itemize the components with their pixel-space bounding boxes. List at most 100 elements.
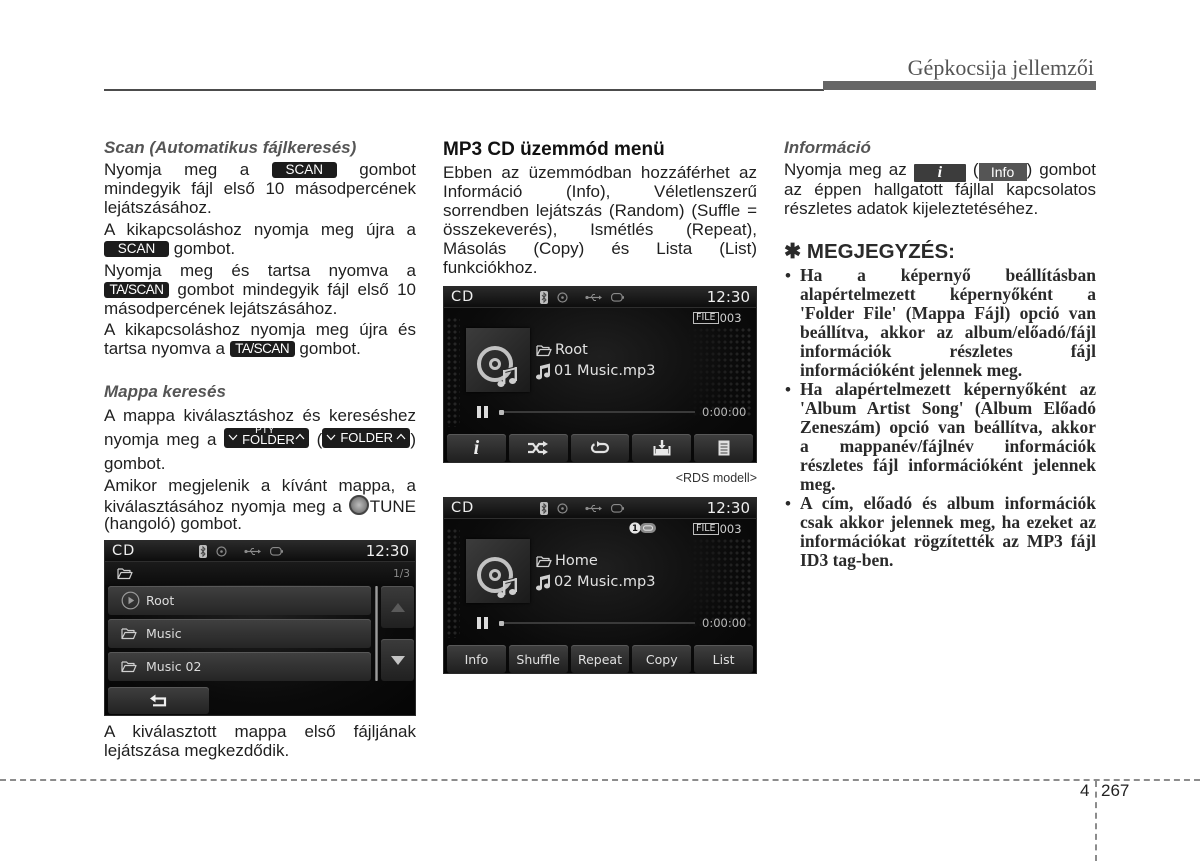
chevron-down-icon [326,434,336,441]
mode-label: CD [451,289,475,305]
clock: 12:30 [365,542,409,560]
progress-bar [499,409,695,415]
status-icons [540,501,624,515]
ta-scan-button-chip: TA/SCAN [229,341,295,357]
repeat-button: Repeat [570,645,630,673]
text: gombot mindegyik fájl első 10 [177,280,416,299]
text-line: Ebben az üzemmódban hozzáférhet az [443,163,757,182]
file-number: 003 [719,522,742,536]
text: gombot [359,160,416,179]
repeat-one-indicator-icon: 1 [629,522,656,534]
text: nyomja meg a [104,430,217,449]
text-line: információk részletes fájl [800,341,1096,361]
info-button: i [447,434,506,462]
text-line: 'Folder File' (Mappa Fájl) opció van [800,303,1096,323]
folder-button-chip: FOLDER [322,428,411,448]
list-button [694,434,753,462]
bullet-text: A cím, előadó és album információk csak … [800,494,1096,570]
device-icon [611,503,624,513]
text: gombot. [299,339,361,358]
text-line: kiválasztásához nyomja meg a TUNE [104,495,416,516]
copy-button [632,434,692,462]
copy-icon [653,440,671,456]
header-rule [104,89,824,91]
elapsed-time: 0:00:00 [702,405,747,419]
repeat-icon [590,441,610,454]
text-line: részletes adatok kijeleztetéséhez. [784,199,1039,218]
music-note-icon [536,363,550,379]
status-icons [199,544,283,558]
info-paragraph: Nyomja meg az i (Info) gombot az éppen h… [784,160,1096,218]
paren: ) [410,430,416,449]
scan-paragraph-1: Nyomja meg a SCAN gombot mindegyik fájl … [104,160,416,217]
text-line: a mappanév/fájlnév információk [800,436,1096,456]
scroll-up-icon [390,602,405,612]
text-line: információként jelennek meg. [800,360,1023,380]
text-line: 'Album Artist Song' (Album Előadó [800,398,1096,418]
text-line: lejátszása megkezdődik. [104,741,290,760]
text-line: csak akkor jelennek meg, ha ezeket az [800,512,1096,532]
running-header-title: Gépkocsija jellemzői [907,55,1094,80]
scroll-down-button [381,639,414,681]
function-buttons: i [447,434,753,462]
folder-row: Home [536,552,598,570]
progress-knob [499,620,504,626]
bluetooth-icon [540,501,548,515]
copy-button: Copy [632,645,692,673]
folder-search-paragraph-2: Amikor megjelenik a kívánt mappa, a kivá… [104,476,416,533]
function-buttons: Info Shuffle Repeat Copy List [447,645,753,673]
text-line: Amikor megjelenik a kívánt mappa, a [104,476,416,495]
text-line: Információ (Info), Véletlenszerű [443,182,757,201]
list-item-label: Music [146,626,182,641]
scan-button-chip: SCAN [104,241,169,257]
status-icons [540,290,624,304]
text-line: Ha a képernyő beállításban [800,265,1096,285]
album-art [466,328,530,392]
mode-label: CD [451,500,475,516]
path-bar: 1/3 [105,562,415,585]
text-line: TA/SCAN gombot mindegyik fájl első 10 [104,280,416,299]
file-number: 003 [719,311,742,325]
progress-bar [499,620,695,626]
chevron-up-icon [396,433,406,440]
tune-knob-icon [348,495,369,515]
text-line: meg. [800,474,836,494]
text-line: beállítva, akkor az album/előadó/fájl [800,322,1096,342]
tune-knob: TUNE [348,495,416,516]
track-name: 01 Music.mp3 [554,363,656,379]
usb-icon [585,504,602,512]
text: Nyomja meg az [784,160,907,179]
text-line: Másolás (Copy) és Lista (List) [443,239,757,258]
pause-icon [477,617,488,629]
equalizer-decoration [686,327,752,417]
footer-dashed-divider [1095,781,1097,861]
track-row: 01 Music.mp3 [536,362,655,380]
text: gombot. [173,239,236,258]
text-line: nyomja meg a PTY FOLDER (FOLDER) [104,425,416,454]
folder-icon [536,555,552,567]
folder-icon [117,568,133,580]
file-label: FILE [693,523,719,535]
folder-name: Root [555,342,588,358]
scroll-up-button [381,586,414,628]
text-line: (hangoló) gombot. [104,514,242,533]
text-line: funkciókhoz. [443,258,538,277]
mp3-menu-paragraph: Ebben az üzemmódban hozzáférhet az Infor… [443,163,757,277]
status-bar: CD 12:30 [444,287,756,308]
bullet-text: Ha alapértelmezett képernyőként az 'Albu… [800,380,1096,494]
file-indicator: FILE 003 [693,523,742,535]
disc-icon [557,291,568,303]
text-line: lejátszásához. [104,198,212,217]
folder-label: FOLDER [340,430,394,445]
pty-folder-button-chip: PTY FOLDER [224,426,310,448]
note-bullet: • Ha alapértelmezett képernyőként az 'Al… [784,380,1096,494]
repeat-button [570,434,630,462]
shuffle-button: Shuffle [508,645,568,673]
page-indicator: 1/3 [393,568,410,580]
text-line: részletes fájl információként jelennek [800,455,1096,475]
folder-search-heading: Mappa keresés [104,382,226,401]
text-line: ID3 tag-ben. [800,550,894,570]
list-item-label: Root [146,593,175,608]
folder-label: FOLDER [242,432,295,447]
text-line: Nyomja meg és tartsa nyomva a [104,261,416,280]
